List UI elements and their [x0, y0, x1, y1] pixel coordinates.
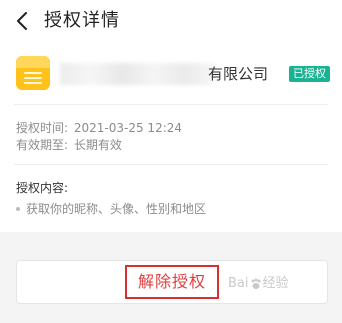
authorized-app-row: 有限公司 已授权 [14, 56, 330, 90]
revoke-authorization-button[interactable]: 解除授权 [125, 265, 219, 299]
bullet-icon [16, 206, 20, 211]
scope-item-text: 获取你的昵称、头像、性别和地区 [26, 202, 207, 216]
folder-icon [16, 56, 50, 90]
paw-icon [251, 278, 260, 289]
watermark: Bai 经验 [228, 276, 289, 292]
auth-time-value: 2021-03-25 12:24 [73, 121, 183, 135]
status-badge: 已授权 [289, 66, 330, 82]
page-title: 授权详情 [44, 10, 120, 31]
list-item: 获取你的昵称、头像、性别和地区 [16, 201, 206, 217]
watermark-suffix: 经验 [262, 276, 289, 291]
auth-content-title: 授权内容: [16, 181, 69, 195]
valid-until-row: 有效期至: 长期有效 [16, 137, 122, 153]
top-bar: 授权详情 [0, 0, 342, 42]
chevron-left-icon [17, 12, 27, 30]
company-name: 有限公司 [207, 65, 268, 83]
auth-time-row: 授权时间: 2021-03-25 12:24 [16, 120, 182, 136]
valid-until-value: 长期有效 [73, 138, 122, 152]
valid-until-label: 有效期至: [16, 138, 69, 152]
auth-time-label: 授权时间: [16, 121, 69, 135]
back-button[interactable] [12, 10, 32, 32]
divider [14, 104, 328, 105]
divider [14, 164, 328, 165]
watermark-brand: Bai [228, 276, 249, 291]
